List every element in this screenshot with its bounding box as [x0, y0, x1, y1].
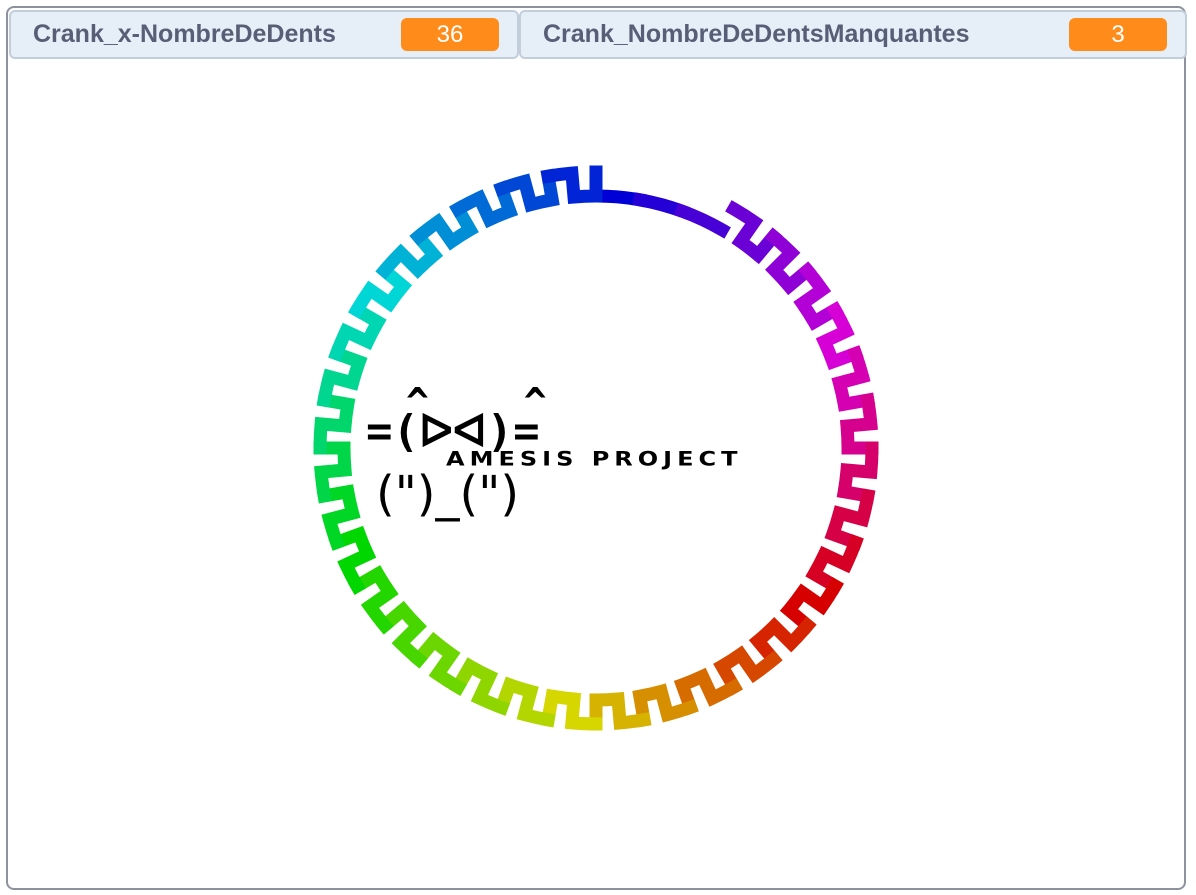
- gear-tooth: [540, 688, 603, 731]
- monitor-label: Crank_x-NombreDeDents: [33, 20, 336, 48]
- gear-tooth: [764, 227, 817, 296]
- gear-tooth: [313, 392, 356, 455]
- gear-tooth: [748, 616, 817, 669]
- variable-monitor-missing-teeth[interactable]: Crank_NombreDeDentsManquantes 3: [519, 10, 1187, 59]
- gear-gap-segment: [673, 202, 731, 239]
- monitor-label: Crank_NombreDeDentsManquantes: [543, 20, 970, 48]
- gear-tooth: [375, 227, 444, 280]
- gear-tooth: [375, 600, 428, 669]
- gear-tooth: [409, 631, 467, 696]
- logo-title: AMESIS PROJECT: [446, 448, 743, 471]
- stage-canvas[interactable]: ^ ^ =(ᐅᐊ)= (")_(") AMESIS PROJECT: [6, 6, 1186, 890]
- gear-tooth: [725, 200, 783, 265]
- monitor-value: 36: [401, 18, 499, 51]
- amesis-logo: ^ ^ =(ᐅᐊ)= (")_(") AMESIS PROJECT: [366, 380, 866, 540]
- gear-tooth: [348, 261, 413, 319]
- variable-monitor-teeth-count[interactable]: Crank_x-NombreDeDents 36: [9, 10, 519, 59]
- gear-gap-segment: [632, 192, 691, 220]
- logo-cat-paws: (")_("): [376, 466, 520, 522]
- gear-tooth: [316, 345, 368, 408]
- monitor-value: 3: [1069, 18, 1167, 51]
- gear-tooth: [779, 577, 844, 635]
- gear-tooth: [493, 676, 556, 728]
- gear-gap-segment: [589, 189, 648, 208]
